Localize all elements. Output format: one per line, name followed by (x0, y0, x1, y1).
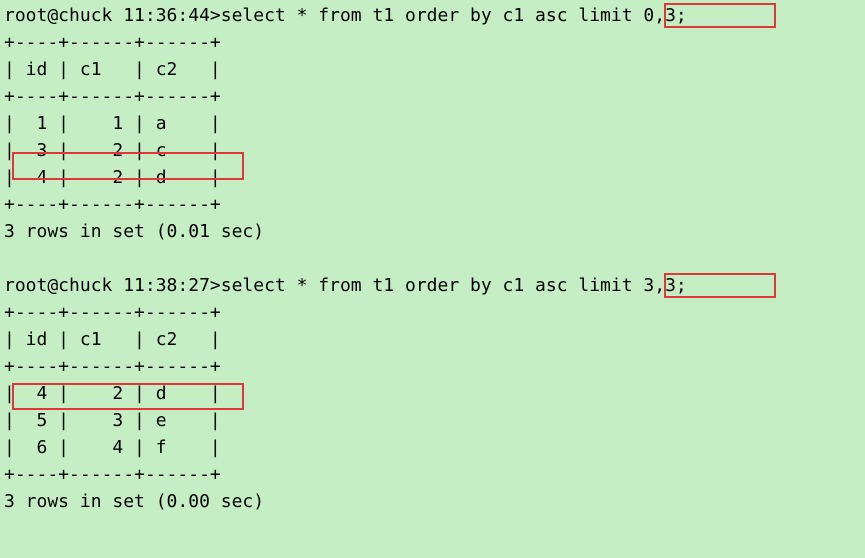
query1-header: | id | c1 | c2 | (4, 56, 861, 83)
query2-prompt-line: root@chuck 11:38:27>select * from t1 ord… (4, 272, 861, 299)
table-row: | 3 | 2 | c | (4, 137, 861, 164)
query2-border-mid: +----+------+------+ (4, 353, 861, 380)
query1-sql-limit: limit 0,3; (578, 5, 686, 26)
query1-border-top: +----+------+------+ (4, 29, 861, 56)
table-row: | 5 | 3 | e | (4, 407, 861, 434)
query2-sql-limit: limit 3,3; (578, 275, 686, 296)
table-row: | 4 | 2 | d | (4, 164, 861, 191)
table-row: | 6 | 4 | f | (4, 434, 861, 461)
query1-border-mid: +----+------+------+ (4, 83, 861, 110)
query1-sql-before: select * from t1 order by c1 asc (221, 5, 579, 26)
query2-border-bottom: +----+------+------+ (4, 461, 861, 488)
query2-status: 3 rows in set (0.00 sec) (4, 488, 861, 515)
query1-status: 3 rows in set (0.01 sec) (4, 218, 861, 245)
query2-header: | id | c1 | c2 | (4, 326, 861, 353)
query2-prompt: root@chuck 11:38:27> (4, 275, 221, 296)
query1-prompt: root@chuck 11:36:44> (4, 5, 221, 26)
table-row: | 1 | 1 | a | (4, 110, 861, 137)
query1-border-bottom: +----+------+------+ (4, 191, 861, 218)
query2-sql-before: select * from t1 order by c1 asc (221, 275, 579, 296)
query1-prompt-line: root@chuck 11:36:44>select * from t1 ord… (4, 2, 861, 29)
query2-border-top: +----+------+------+ (4, 299, 861, 326)
terminal-output: root@chuck 11:36:44>select * from t1 ord… (4, 2, 861, 515)
table-row: | 4 | 2 | d | (4, 380, 861, 407)
blank-line (4, 245, 861, 272)
